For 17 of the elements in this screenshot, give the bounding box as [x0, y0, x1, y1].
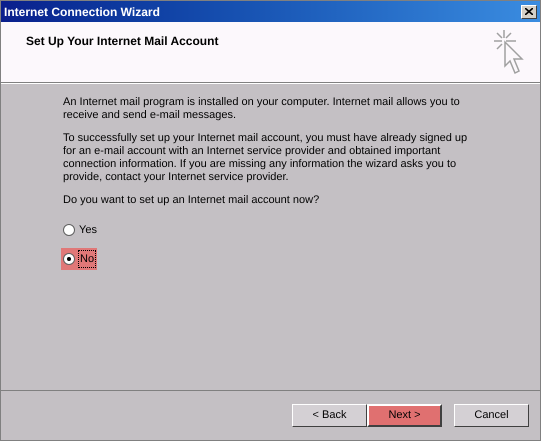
radio-label: Yes [79, 223, 97, 238]
radio-button[interactable] [63, 252, 75, 265]
header-title: Set Up Your Internet Mail Account [26, 33, 218, 50]
dialog-button[interactable]: < Back [292, 404, 367, 427]
body-text: An Internet mail program is installed on your computer. Internet mail allows you to receive and send e-mail messages. [63, 96, 461, 122]
radio-label: No [79, 250, 96, 267]
window-title: Internet Connection Wizard [4, 4, 160, 20]
dialog-button[interactable]: Next > [367, 404, 442, 427]
radio-button[interactable] [63, 224, 75, 236]
dialog-button[interactable]: Cancel [454, 404, 529, 427]
close-icon [525, 8, 533, 15]
close-button[interactable] [521, 4, 537, 18]
radio-option[interactable]: Yes [61, 219, 99, 242]
cursor-sparkle-icon [492, 28, 526, 76]
body-text: Do you want to set up an Internet mail account now? [63, 194, 320, 207]
radio-option[interactable]: No [61, 248, 98, 270]
body-text: To successfully set up your Internet mail account, you must have already signed up for an e-mail account with an Internet service provider and obtained important connection information. If you are missing any information the wizard asks you to provide, contact your Internet service provider. [63, 132, 468, 184]
